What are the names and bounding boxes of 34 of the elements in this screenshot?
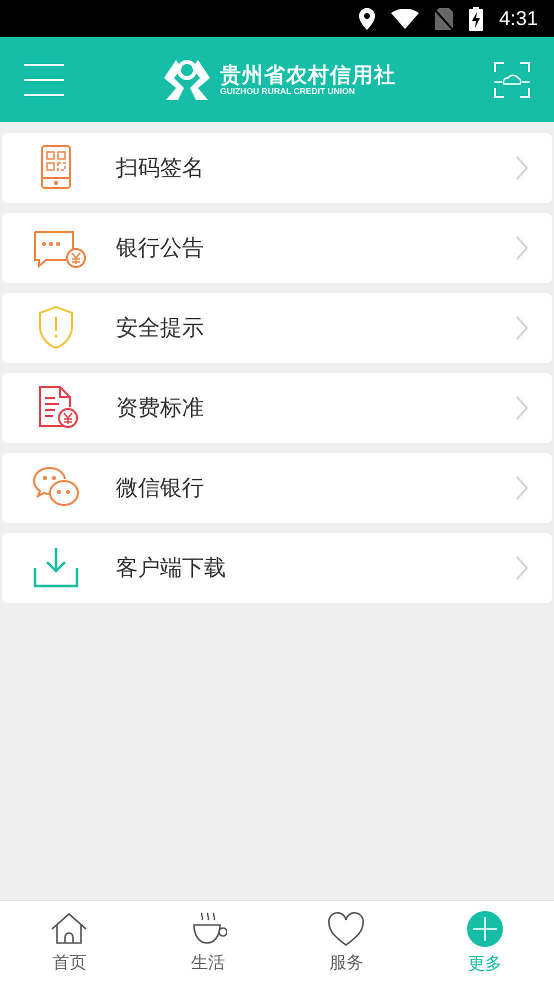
menu-item-label: 微信银行 bbox=[116, 474, 205, 502]
tab-item[interactable]: 服务 bbox=[277, 901, 416, 986]
menu-item-label: 安全提示 bbox=[116, 314, 205, 342]
no-sim-icon bbox=[435, 8, 454, 30]
menu-item-label: 资费标准 bbox=[116, 394, 205, 422]
menu-item[interactable]: 扫码签名 bbox=[2, 133, 552, 203]
logo-icon bbox=[162, 58, 212, 102]
menu-item[interactable]: 银行公告 bbox=[2, 213, 552, 283]
chevron-icon bbox=[516, 396, 528, 420]
menu-item[interactable]: 客户端下载 bbox=[2, 533, 552, 603]
chevron-icon bbox=[516, 316, 528, 340]
battery-icon bbox=[469, 6, 484, 30]
tab-item[interactable]: 首页 bbox=[0, 901, 138, 986]
menu-item-label: 银行公告 bbox=[116, 234, 205, 262]
status-time: 4:31 bbox=[499, 6, 538, 32]
chevron-icon bbox=[516, 476, 528, 500]
menu-icon[interactable] bbox=[24, 64, 64, 96]
scan-icon[interactable] bbox=[494, 62, 530, 98]
location-icon bbox=[359, 8, 376, 30]
menu-item-label: 扫码签名 bbox=[116, 154, 205, 182]
menu-item[interactable]: 安全提示 bbox=[2, 293, 552, 363]
logo-title: 贵州省农村信用社 bbox=[220, 64, 396, 87]
tab-item[interactable]: 生活 bbox=[138, 901, 277, 986]
menu-item[interactable]: 资费标准 bbox=[2, 373, 552, 443]
chevron-icon bbox=[516, 236, 528, 260]
logo-subtitle: GUIZHOU RURAL CREDIT UNION bbox=[220, 86, 356, 96]
home-icon bbox=[50, 910, 88, 947]
plus-icon bbox=[466, 910, 504, 948]
menu-item-label: 客户端下载 bbox=[116, 554, 227, 582]
chevron-icon bbox=[516, 156, 528, 180]
heart-icon bbox=[327, 910, 366, 947]
chevron-icon bbox=[516, 556, 528, 580]
menu-item[interactable]: 微信银行 bbox=[2, 453, 552, 523]
wifi-icon bbox=[391, 8, 420, 28]
